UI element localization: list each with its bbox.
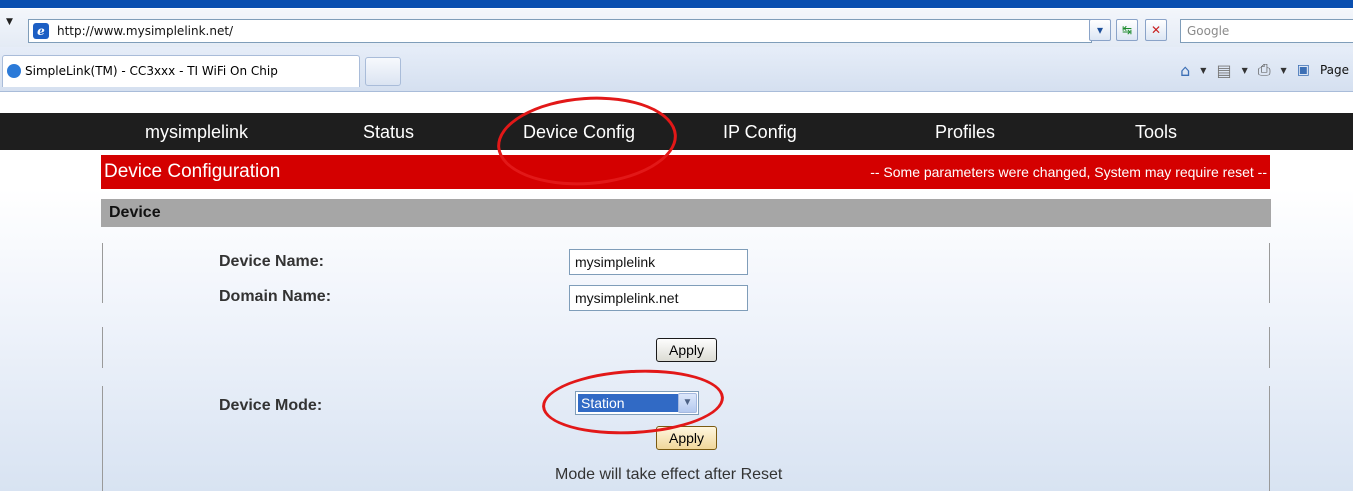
search-input[interactable]: Google xyxy=(1180,19,1353,43)
page-header-bar: Device Configuration -- Some parameters … xyxy=(101,155,1270,189)
device-name-field[interactable]: mysimplelink xyxy=(569,249,748,275)
address-bar[interactable]: e http://www.mysimplelink.net/ xyxy=(28,19,1092,43)
section-title: Device xyxy=(109,204,161,221)
ie-tab-icon xyxy=(7,64,21,78)
panel-border-right xyxy=(1269,243,1270,303)
apply-name-button[interactable]: Apply xyxy=(656,338,717,362)
address-url[interactable]: http://www.mysimplelink.net/ xyxy=(57,24,233,38)
device-mode-select[interactable]: Station ▼ xyxy=(575,391,699,415)
print-icon[interactable]: ⎙ xyxy=(1258,60,1271,80)
page-title: Device Configuration xyxy=(104,161,281,182)
nav-item-ip-config[interactable]: IP Config xyxy=(723,122,797,143)
page-icon[interactable]: ▣ xyxy=(1297,62,1310,78)
home-dropdown-icon[interactable]: ▼ xyxy=(1200,66,1206,75)
nav-item-device-config[interactable]: Device Config xyxy=(523,122,635,143)
browser-tab-active[interactable]: SimpleLink(TM) - CC3xxx - TI WiFi On Chi… xyxy=(2,55,360,87)
panel-border-right xyxy=(1269,327,1270,368)
page-menu-label[interactable]: Page xyxy=(1320,63,1349,77)
panel-border-left xyxy=(102,327,103,368)
command-bar: ⌂ ▼ ▤ ▼ ⎙ ▼ ▣ Page xyxy=(1180,55,1353,85)
nav-item-mysimplelink[interactable]: mysimplelink xyxy=(145,122,248,143)
panel-border-left xyxy=(102,386,103,491)
window-top-border xyxy=(0,0,1353,8)
nav-item-profiles[interactable]: Profiles xyxy=(935,122,995,143)
domain-name-field[interactable]: mysimplelink.net xyxy=(569,285,748,311)
refresh-icon[interactable]: ↹ xyxy=(1116,19,1138,41)
address-dropdown-icon[interactable]: ▾ xyxy=(1089,19,1111,41)
mode-reset-note: Mode will take effect after Reset xyxy=(555,466,783,483)
tab-title: SimpleLink(TM) - CC3xxx - TI WiFi On Chi… xyxy=(25,64,278,78)
panel-border-left xyxy=(102,243,103,303)
device-mode-label: Device Mode: xyxy=(219,397,323,414)
ie-logo-icon: e xyxy=(33,23,49,39)
chevron-down-icon[interactable]: ▼ xyxy=(678,393,697,413)
reset-warning-message: -- Some parameters were changed, System … xyxy=(870,164,1267,180)
panel-border-right xyxy=(1269,386,1270,491)
feeds-dropdown-icon[interactable]: ▼ xyxy=(1242,66,1248,75)
back-dropdown-icon[interactable]: ▼ xyxy=(6,17,13,27)
device-name-label: Device Name: xyxy=(219,253,324,270)
nav-item-status[interactable]: Status xyxy=(363,122,414,143)
domain-name-label: Domain Name: xyxy=(219,288,332,305)
main-nav: mysimplelink Status Device Config IP Con… xyxy=(0,113,1353,150)
apply-mode-button[interactable]: Apply xyxy=(656,426,717,450)
device-section-header: Device xyxy=(101,199,1271,227)
home-icon[interactable]: ⌂ xyxy=(1180,61,1190,80)
device-mode-selected-value: Station xyxy=(578,394,678,412)
nav-item-tools[interactable]: Tools xyxy=(1135,122,1177,143)
stop-icon[interactable]: ✕ xyxy=(1145,19,1167,41)
new-tab-button[interactable] xyxy=(365,57,401,86)
print-dropdown-icon[interactable]: ▼ xyxy=(1281,66,1287,75)
feeds-icon[interactable]: ▤ xyxy=(1216,61,1231,80)
search-placeholder: Google xyxy=(1187,24,1230,38)
